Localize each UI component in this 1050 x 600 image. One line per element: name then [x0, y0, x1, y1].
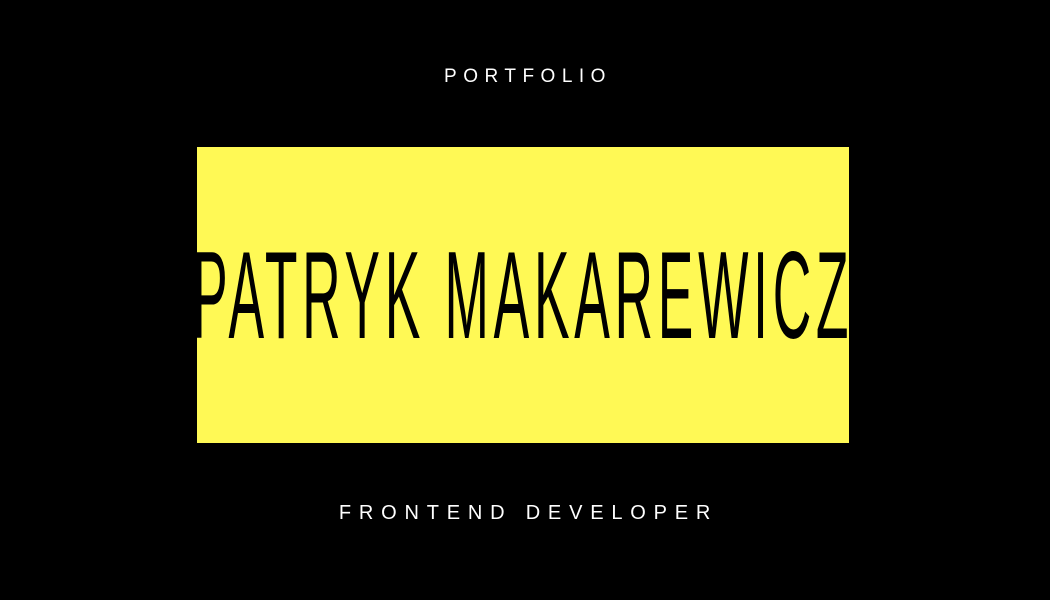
- name-highlight-panel: PATRYK MAKAREWICZ: [192, 147, 849, 443]
- portfolio-cover: PORTFOLIO PATRYK MAKAREWICZ FRONTEND DEV…: [0, 0, 1050, 600]
- portfolio-label: PORTFOLIO: [444, 66, 612, 87]
- role-subtitle: FRONTEND DEVELOPER: [338, 502, 719, 524]
- person-name: PATRYK MAKAREWICZ: [192, 227, 854, 365]
- name-text-wrapper: PATRYK MAKAREWICZ: [192, 147, 849, 443]
